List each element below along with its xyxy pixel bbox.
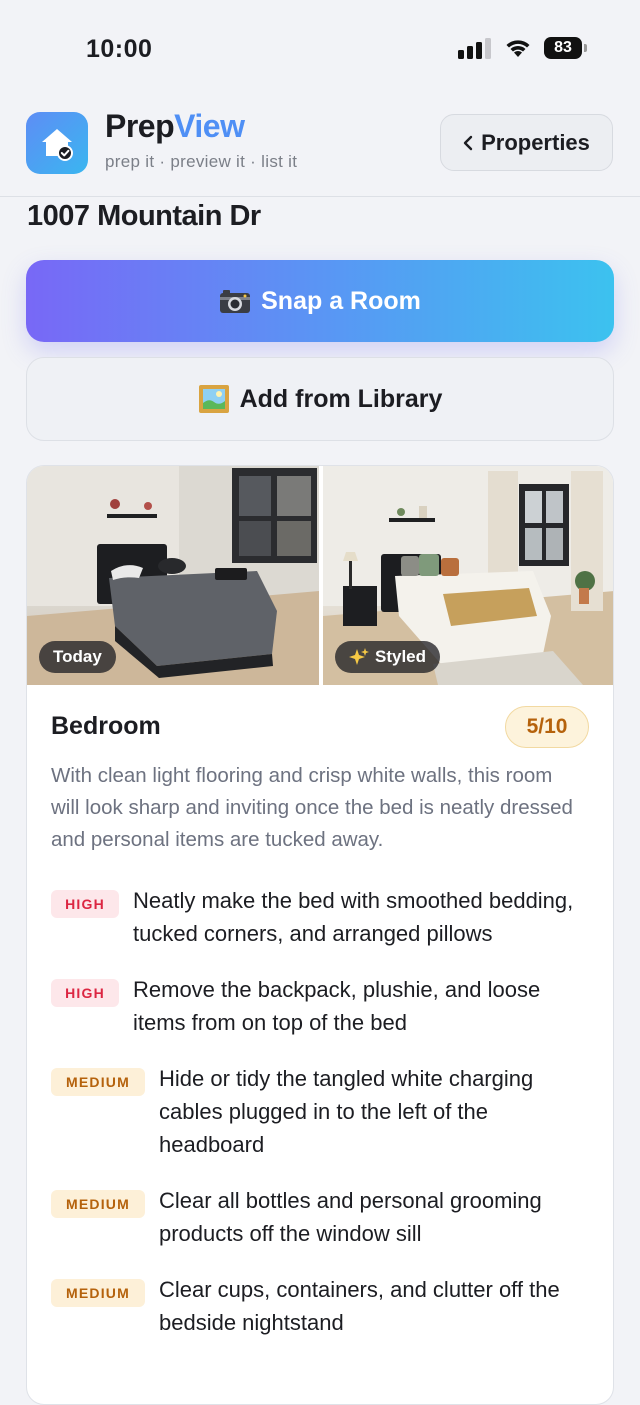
properties-button-label: Properties bbox=[481, 129, 590, 155]
status-time: 10:00 bbox=[86, 34, 153, 63]
room-photos: Today Styled bbox=[27, 466, 613, 685]
picture-frame-icon bbox=[198, 385, 229, 413]
room-score-badge: 5/10 bbox=[505, 706, 589, 748]
photo-today-label: Today bbox=[53, 647, 102, 666]
photo-today[interactable]: Today bbox=[27, 466, 319, 685]
task-text: Hide or tidy the tangled white charging … bbox=[159, 1066, 534, 1157]
task-text: Clear all bottles and personal grooming … bbox=[159, 1188, 542, 1246]
photo-today-tag: Today bbox=[39, 641, 116, 673]
task-text: Remove the backpack, plushie, and loose … bbox=[133, 977, 541, 1035]
task-item: HIGH Remove the backpack, plushie, and l… bbox=[51, 973, 591, 1039]
brand-name-part1: Prep bbox=[105, 108, 175, 144]
task-item: HIGH Neatly make the bed with smoothed b… bbox=[51, 884, 591, 950]
task-list: HIGH Neatly make the bed with smoothed b… bbox=[51, 884, 591, 1362]
app-header: PrepView prep it · preview it · list it … bbox=[0, 96, 640, 197]
brand-name: PrepView bbox=[105, 108, 245, 145]
task-text: Clear cups, containers, and clutter off … bbox=[159, 1277, 560, 1335]
status-bar: 10:00 83 bbox=[0, 0, 640, 96]
room-card: Today Styled Bedroom 5/10 With clean lig… bbox=[26, 465, 614, 1405]
priority-badge-high: HIGH bbox=[51, 979, 119, 1007]
priority-badge-medium: MEDIUM bbox=[51, 1279, 145, 1307]
photo-styled-label: Styled bbox=[375, 647, 427, 666]
app-logo bbox=[26, 112, 88, 174]
chevron-left-icon bbox=[463, 135, 473, 150]
add-from-library-button[interactable]: Add from Library bbox=[26, 357, 614, 441]
task-item: MEDIUM Clear all bottles and personal gr… bbox=[51, 1184, 591, 1250]
property-address: 1007 Mountain Dr bbox=[27, 200, 261, 232]
photo-styled[interactable]: Styled bbox=[323, 466, 613, 685]
add-from-library-label: Add from Library bbox=[239, 384, 443, 413]
wifi-icon bbox=[506, 40, 530, 57]
battery-icon: 83 bbox=[544, 37, 587, 59]
brand-name-part2: View bbox=[174, 108, 245, 144]
cellular-signal-icon bbox=[458, 38, 491, 59]
snap-room-label: Snap a Room bbox=[261, 286, 421, 315]
room-summary: With clean light flooring and crisp whit… bbox=[51, 764, 573, 851]
photo-styled-tag: Styled bbox=[335, 641, 441, 673]
snap-room-button[interactable]: Snap a Room bbox=[26, 260, 614, 342]
priority-badge-high: HIGH bbox=[51, 890, 119, 918]
room-title: Bedroom bbox=[51, 712, 161, 740]
priority-badge-medium: MEDIUM bbox=[51, 1068, 145, 1096]
status-icons: 83 bbox=[458, 37, 587, 59]
camera-icon bbox=[220, 290, 251, 313]
task-text: Neatly make the bed with smoothed beddin… bbox=[133, 888, 574, 946]
tagline: prep it · preview it · list it bbox=[105, 152, 298, 171]
task-item: MEDIUM Clear cups, containers, and clutt… bbox=[51, 1273, 591, 1339]
house-check-icon bbox=[42, 129, 73, 161]
priority-badge-medium: MEDIUM bbox=[51, 1190, 145, 1218]
battery-level: 83 bbox=[554, 39, 572, 56]
task-item: MEDIUM Hide or tidy the tangled white ch… bbox=[51, 1062, 591, 1161]
sparkles-icon bbox=[349, 648, 369, 665]
properties-back-button[interactable]: Properties bbox=[440, 114, 613, 171]
